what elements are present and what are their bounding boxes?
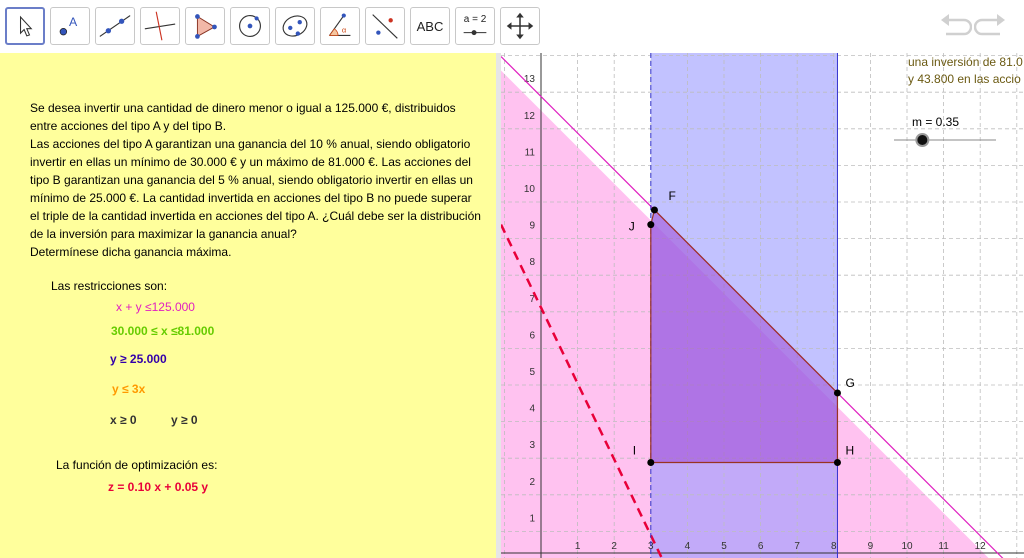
restriction-y-min: y ≥ 25.000 bbox=[110, 352, 167, 366]
restrictions-title: Las restricciones son: bbox=[51, 279, 168, 293]
y-tick-label: 8 bbox=[529, 257, 535, 268]
circle-tool-button[interactable] bbox=[230, 7, 270, 45]
point-tool-button[interactable]: A bbox=[50, 7, 90, 45]
y-tick-label: 5 bbox=[529, 367, 535, 378]
perpendicular-tool-button[interactable] bbox=[140, 7, 180, 45]
y-tick-label: 2 bbox=[529, 477, 535, 488]
point-J bbox=[647, 221, 655, 229]
point-F bbox=[650, 206, 658, 214]
point-G bbox=[833, 389, 841, 397]
point-icon: A bbox=[59, 15, 78, 36]
text-tool-button[interactable]: ABC bbox=[410, 7, 450, 45]
slider-tool-button[interactable]: a = 2 bbox=[455, 7, 495, 45]
y-tick-label: 11 bbox=[525, 147, 536, 158]
y-tick-label: 3 bbox=[529, 440, 535, 451]
x-tick-label: 4 bbox=[685, 541, 691, 552]
point-label-G: G bbox=[845, 376, 854, 390]
problem-line: mínimo de 25.000 €. La cantidad invertid… bbox=[30, 191, 472, 205]
problem-line: Se desea invertir una cantidad de dinero… bbox=[30, 101, 456, 115]
y-tick-label: 12 bbox=[524, 111, 536, 122]
move-arrows-icon bbox=[506, 12, 534, 40]
x-tick-label: 11 bbox=[938, 541, 949, 552]
undo-button[interactable] bbox=[938, 12, 973, 40]
angle-tool-button[interactable]: α bbox=[320, 7, 360, 45]
line-icon bbox=[99, 15, 131, 37]
circle-center-icon bbox=[239, 15, 261, 37]
geogebra-app: A α ABC a = 2 Se desea invertir una cant… bbox=[0, 0, 1024, 558]
move-graphics-tool-button[interactable] bbox=[500, 7, 540, 45]
line-tool-button[interactable] bbox=[95, 7, 135, 45]
problem-line: entre acciones del tipo A y del tipo B. bbox=[30, 119, 227, 133]
reflect-icon bbox=[372, 14, 398, 39]
polygon-tool-button[interactable] bbox=[185, 7, 225, 45]
result-text-line-2: y 43.800 en las accio bbox=[908, 72, 1021, 86]
point-H bbox=[833, 459, 841, 466]
problem-line: Las acciones del tipo A garantizan una g… bbox=[30, 137, 471, 151]
reflect-tool-button[interactable] bbox=[365, 7, 405, 45]
y-tick-label: 6 bbox=[529, 330, 535, 341]
problem-line: el triple de la cantidad invertida en ac… bbox=[30, 209, 481, 223]
graphics-view[interactable]: 1 2 3 4 5 6 7 8 9 10 11 12 1 2 3 4 5 6 7 8 9 10 11 12 13 F J G H I un… bbox=[501, 53, 1024, 558]
x-tick-label: 8 bbox=[831, 541, 837, 552]
x-tick-label: 9 bbox=[868, 541, 874, 552]
perpendicular-line-icon bbox=[144, 11, 176, 41]
problem-statement: Se desea invertir una cantidad de dinero… bbox=[30, 99, 490, 261]
x-tick-label: 5 bbox=[721, 541, 727, 552]
point-label-H: H bbox=[845, 444, 854, 458]
restriction-x-nonneg: x ≥ 0 bbox=[110, 413, 137, 427]
problem-line: Determínese dicha ganancia máxima. bbox=[30, 245, 232, 259]
svg-text:α: α bbox=[342, 26, 347, 35]
optimization-formula: z = 0.10 x + 0.05 y bbox=[108, 480, 209, 494]
problem-line: de la inversión para maximizar la gananc… bbox=[30, 227, 297, 241]
result-text-line-1: una inversión de 81.0 bbox=[908, 55, 1023, 69]
y-tick-label: 4 bbox=[529, 404, 535, 415]
restriction-x-range: 30.000 ≤ x ≤81.000 bbox=[111, 324, 215, 338]
y-tick-label: 1 bbox=[529, 513, 535, 524]
redo-icon bbox=[973, 14, 1005, 36]
point-I bbox=[647, 459, 655, 466]
ellipse-icon bbox=[282, 15, 308, 37]
restriction-y-nonneg: y ≥ 0 bbox=[171, 413, 198, 427]
slider-m-label: m = 0.35 bbox=[912, 115, 960, 129]
point-label-J: J bbox=[629, 220, 635, 234]
x-tick-label: 7 bbox=[794, 541, 800, 552]
problem-line: invertir en ellas un mínimo de 30.000 € … bbox=[30, 155, 471, 169]
polygon-icon bbox=[195, 14, 217, 39]
restriction-y-3x: y ≤ 3x bbox=[112, 382, 146, 396]
point-label-F: F bbox=[668, 189, 675, 203]
text-tool-label: ABC bbox=[416, 19, 444, 34]
slider-icon bbox=[463, 30, 487, 36]
conic-tool-button[interactable] bbox=[275, 7, 315, 45]
move-tool-button[interactable] bbox=[5, 7, 45, 45]
x-tick-label: 10 bbox=[901, 541, 913, 552]
undo-icon bbox=[941, 14, 973, 36]
x-tick-label: 12 bbox=[975, 541, 987, 552]
y-tick-label: 13 bbox=[524, 74, 536, 85]
x-tick-label: 2 bbox=[611, 541, 617, 552]
problem-line: tipo B garantizan una ganancia del 5 % a… bbox=[30, 173, 473, 187]
angle-icon: α bbox=[328, 13, 351, 37]
arrow-cursor-icon bbox=[19, 15, 33, 37]
x-tick-label: 6 bbox=[758, 541, 764, 552]
y-tick-label: 9 bbox=[529, 221, 535, 232]
x-tick-label: 1 bbox=[575, 541, 581, 552]
point-label-I: I bbox=[633, 444, 636, 458]
restriction-sum: x + y ≤125.000 bbox=[116, 300, 195, 314]
toolbar: A α ABC a = 2 bbox=[0, 0, 1024, 52]
text-panel: Se desea invertir una cantidad de dinero… bbox=[0, 53, 496, 558]
redo-button[interactable] bbox=[973, 12, 1008, 40]
svg-text:A: A bbox=[69, 15, 78, 29]
y-tick-label: 10 bbox=[524, 184, 536, 195]
slider-m-knob[interactable] bbox=[915, 133, 930, 147]
optimization-title: La función de optimización es: bbox=[56, 458, 218, 472]
